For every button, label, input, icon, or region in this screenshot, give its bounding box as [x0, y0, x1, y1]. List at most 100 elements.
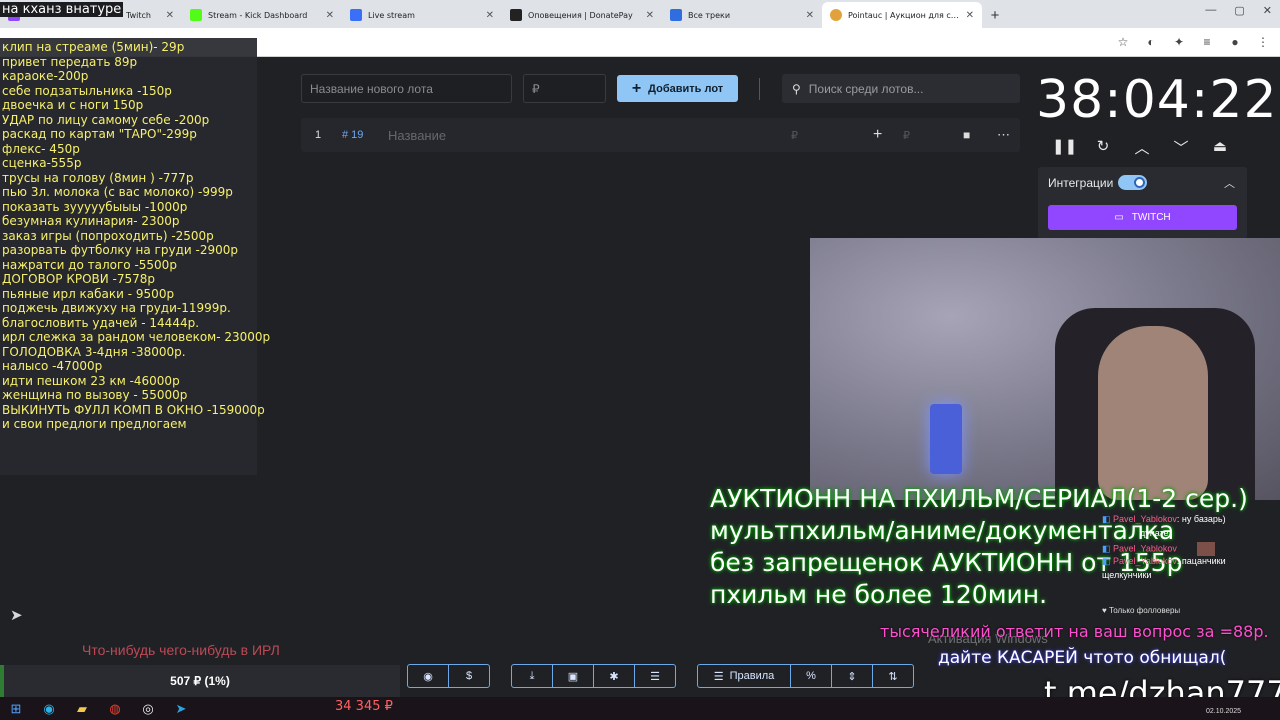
github-button[interactable]: ◉: [407, 664, 449, 688]
close-icon[interactable]: ✕: [326, 10, 334, 21]
compress-button[interactable]: ⇕: [831, 664, 873, 688]
chevron-down-icon[interactable]: ﹀: [1169, 137, 1193, 159]
price-list-item: показать зууууубыыы -1000р: [2, 199, 188, 214]
telegram-app-icon[interactable]: ➤: [171, 699, 191, 718]
integrations-toggle[interactable]: [1118, 175, 1147, 190]
bug-report-button[interactable]: ✱: [593, 664, 635, 688]
close-icon[interactable]: ✕: [166, 10, 174, 21]
lot-amount-input[interactable]: ₽: [791, 118, 798, 152]
divider: [759, 78, 760, 100]
stream-title: на кханз внатуре: [0, 2, 124, 17]
twitch-label: TWITCH: [1131, 212, 1171, 223]
price-list-item: себе подзатыльника -150р: [2, 83, 172, 98]
chat-avatar-icon: ◧: [1102, 556, 1111, 566]
tab-kick-dashboard[interactable]: Stream - Kick Dashboard ✕: [182, 2, 342, 28]
chat-text: ну базарь): [1181, 514, 1226, 524]
chevron-up-icon[interactable]: ︿: [1130, 137, 1154, 159]
chat-text: пацанчики: [1181, 556, 1226, 566]
close-icon[interactable]: ✕: [966, 10, 974, 21]
price-list-item: ВЫКИНУТЬ ФУЛЛ КОМП В ОКНО -159000р: [2, 402, 265, 417]
price-list-item: поджечь движуху на груди-11999р.: [2, 301, 231, 315]
tab-pointauc[interactable]: Pointauc | Аукцион для стриме ✕: [822, 2, 982, 28]
percent-button[interactable]: %: [790, 664, 832, 688]
pause-icon[interactable]: ❚❚: [1052, 137, 1077, 159]
lot-search-input[interactable]: ⚲ Поиск среди лотов...: [782, 74, 1020, 103]
close-icon[interactable]: ✕: [646, 10, 654, 21]
pointauc-icon: [830, 9, 842, 21]
puzzle-icon[interactable]: ✦: [1172, 35, 1186, 49]
sort-button[interactable]: ⇅: [872, 664, 914, 688]
integrations-label: Интеграции: [1048, 176, 1114, 190]
tracks-icon: [670, 9, 682, 21]
lot-row[interactable]: 1 # 19 Название ₽ + ₽ ■ ⋯: [301, 118, 1020, 152]
save-icon: ▣: [567, 670, 579, 683]
bookmark-star-icon[interactable]: ☆: [1116, 35, 1130, 49]
webcam-feed: [810, 238, 1280, 500]
price-list-item: пьяные ирл кабаки - 9500р: [2, 286, 175, 301]
reading-list-icon[interactable]: ≡: [1200, 35, 1214, 49]
close-icon[interactable]: ✕: [486, 10, 494, 21]
download-button[interactable]: ⤓: [511, 664, 553, 688]
tab-donatepay[interactable]: Оповещения | DonatePay ✕: [502, 2, 662, 28]
delete-icon[interactable]: ■: [963, 118, 970, 152]
dollar-icon: $: [465, 670, 473, 682]
obs-icon[interactable]: ◎: [138, 699, 158, 718]
close-window-icon[interactable]: ✕: [1263, 4, 1272, 17]
tab-all-tracks[interactable]: Все треки ✕: [662, 2, 822, 28]
heart-icon: ♥: [1102, 606, 1107, 615]
price-list-item: идти пешком 23 км -46000р: [2, 373, 180, 388]
lot-name-input[interactable]: Название: [388, 118, 446, 152]
plus-icon: +: [631, 79, 642, 97]
tab-title: Все треки: [688, 10, 731, 20]
chat-user: Pavel_Yablokov: [1113, 543, 1177, 554]
tab-title: Оповещения | DonatePay: [528, 10, 633, 20]
extension-icon[interactable]: ◐: [1144, 35, 1158, 49]
search-placeholder: Поиск среди лотов...: [808, 81, 924, 96]
donate-button[interactable]: $: [448, 664, 490, 688]
price-list-item: трусы на голову (8мин ) -777р: [2, 170, 194, 185]
overlay-line: АУКТИОНН НА ПХИЛЬМ/СЕРИАЛ(1-2 сер.): [710, 484, 1248, 513]
new-lot-amount-input[interactable]: ₽: [523, 74, 606, 103]
price-list-item: благословить удачей - 14444р.: [2, 315, 200, 330]
save-button[interactable]: ▣: [552, 664, 594, 688]
price-list-item: сценка-555р: [2, 156, 82, 170]
maximize-icon[interactable]: ▢: [1234, 4, 1244, 17]
chat-message: дунате: [1102, 528, 1262, 542]
double-chevron-up-icon[interactable]: ⏏: [1208, 137, 1232, 159]
file-explorer-icon[interactable]: ▰: [72, 699, 92, 718]
rules-button[interactable]: ☰ Правила: [697, 664, 791, 688]
clear-list-icon: ☰: [650, 670, 660, 683]
close-icon[interactable]: ✕: [806, 10, 814, 21]
minimize-icon[interactable]: —: [1205, 4, 1216, 17]
window-controls: — ▢ ✕: [1205, 4, 1272, 17]
telegram-icon[interactable]: ➤: [10, 606, 23, 624]
toolbar-group-links: ◉ $: [407, 664, 490, 688]
price-list-item: УДАР по лицу самому себе -200р: [2, 112, 210, 127]
more-options-icon[interactable]: ⋯: [997, 118, 1010, 152]
collapse-chevron-icon[interactable]: ︿: [1224, 175, 1235, 191]
new-lot-name-input[interactable]: Название нового лота: [301, 74, 512, 103]
add-amount-input[interactable]: ₽: [903, 118, 910, 152]
start-icon[interactable]: ⊞: [6, 699, 26, 718]
twitch-icon: ▭: [1114, 212, 1124, 223]
profile-icon[interactable]: ●: [1228, 35, 1242, 49]
menu-icon[interactable]: ⋮: [1256, 35, 1270, 49]
tab-live-stream[interactable]: Live stream ✕: [342, 2, 502, 28]
irl-caption: Что-нибудь чего-нибудь в ИРЛ: [82, 642, 280, 658]
timer-controls: ❚❚ ↻ ︿ ﹀ ⏏: [1052, 137, 1232, 159]
percent-label: %: [806, 670, 816, 682]
edge-icon[interactable]: ◉: [39, 699, 59, 718]
chat-avatar-icon: ◧: [1102, 543, 1111, 554]
taskbar-date: 02.10.2025: [1206, 708, 1242, 715]
new-tab-button[interactable]: +: [982, 2, 1008, 28]
chrome-icon[interactable]: ◍: [105, 699, 125, 718]
donation-total: 34 345 ₽: [335, 699, 393, 714]
twitch-integration-button[interactable]: ▭ TWITCH: [1048, 205, 1237, 230]
clear-list-button[interactable]: ☰: [634, 664, 676, 688]
windows-taskbar: ⊞ ◉ ▰ ◍ ◎ ➤: [0, 697, 1280, 720]
reset-icon[interactable]: ↻: [1091, 137, 1115, 159]
add-amount-icon[interactable]: +: [873, 118, 882, 152]
chat-avatar-icon: ◧: [1102, 514, 1111, 524]
webcam-streamer: [1098, 326, 1208, 500]
add-lot-button[interactable]: + Добавить лот: [617, 75, 738, 102]
